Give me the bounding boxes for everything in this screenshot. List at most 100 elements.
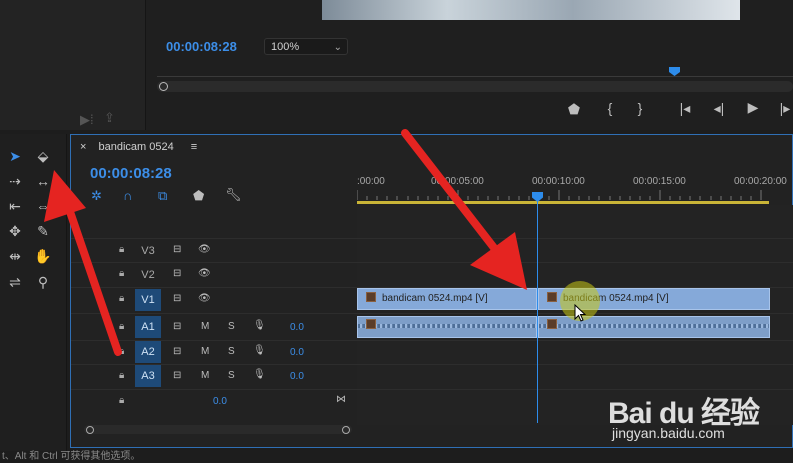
tools-panel: ➤ ⬙ ⇢ ↔ ⇤ ⇔ ✥ ✎ ⇹ ✋ ⇌ ⚲ <box>0 134 67 463</box>
ruler-ticks <box>357 190 762 200</box>
ruler-label: 00:00:05:00 <box>431 176 484 187</box>
track-name[interactable]: A2 <box>135 341 161 363</box>
fx-badge-icon <box>547 319 557 329</box>
sync-lock-icon[interactable]: ⊟ <box>173 321 181 332</box>
settings-wrench-icon[interactable]: 🔧︎ <box>225 187 242 203</box>
track-volume[interactable]: 0.0 <box>290 371 304 382</box>
microphone-icon[interactable]: 🎙︎ <box>253 345 266 356</box>
mark-out-icon[interactable]: } <box>630 100 650 116</box>
track-forward-tool-icon[interactable]: ⇢ <box>4 171 26 191</box>
monitor-timecode[interactable]: 00:00:08:28 <box>166 39 237 54</box>
video-clip[interactable]: bandicam 0524.mp4 [V] <box>357 288 537 310</box>
monitor-scroll-handle[interactable] <box>159 82 168 91</box>
pen-tool-icon[interactable]: ✎ <box>32 221 54 241</box>
selection-tool-icon[interactable]: ➤ <box>4 146 26 166</box>
track-header-a1: 🔒︎ A1 ⊟ M S 🎙︎ 0.0 <box>71 316 357 340</box>
track-name[interactable]: V3 <box>135 240 161 262</box>
track-name[interactable]: V1 <box>135 289 161 311</box>
track-select-tool-icon[interactable]: ⬙ <box>32 146 54 166</box>
chevron-down-icon: ⌄ <box>333 42 342 53</box>
status-bar: t、Alt 和 Ctrl 可获得其他选项。 <box>0 451 793 463</box>
track-volume[interactable]: 0.0 <box>290 322 304 333</box>
marker-icon[interactable]: ⬟ <box>564 101 584 118</box>
track-header-a3: 🔒︎ A3 ⊟ M S 🎙︎ 0.0 <box>71 365 357 389</box>
bowtie-icon[interactable]: ⋈ <box>336 394 346 405</box>
export-frame-icon[interactable]: ⇪ <box>104 110 115 126</box>
snap-icon[interactable]: ∩ <box>123 188 132 203</box>
video-frame <box>322 0 740 20</box>
source-panel-strip: ▶⁞ ⇪ <box>0 0 146 130</box>
lock-icon[interactable]: 🔒︎ <box>119 370 124 381</box>
lock-icon[interactable]: 🔒︎ <box>119 321 124 332</box>
play-icon[interactable]: ▶ <box>743 99 763 116</box>
microphone-icon[interactable]: 🎙︎ <box>253 369 266 380</box>
track-header-v1: 🔒︎ V1 ⊟ 👁︎ <box>71 288 357 312</box>
sync-lock-icon[interactable]: ⊟ <box>173 268 181 279</box>
sync-lock-icon[interactable]: ⊟ <box>173 293 181 304</box>
razor-tool-icon[interactable]: ✥ <box>4 221 26 241</box>
scroll-handle-right[interactable] <box>342 426 350 434</box>
slide-tool-icon[interactable]: ⇌ <box>4 272 26 292</box>
add-marker-icon[interactable]: ⬟ <box>193 188 204 204</box>
sync-lock-icon[interactable]: ⊟ <box>173 244 181 255</box>
lock-icon[interactable]: 🔒︎ <box>119 346 124 357</box>
track-name[interactable]: A1 <box>135 316 161 338</box>
hand-tool-icon[interactable]: ✋ <box>32 246 54 266</box>
sequence-tab[interactable]: × bandicam 0524 ≡ <box>80 141 197 153</box>
ruler-label: :00:00 <box>357 176 385 187</box>
mute-button[interactable]: M <box>201 346 209 357</box>
go-to-in-icon[interactable]: |◂ <box>675 100 695 117</box>
monitor-scrollbar[interactable] <box>157 81 793 92</box>
audio-clip[interactable] <box>357 316 537 338</box>
track-volume[interactable]: 0.0 <box>290 347 304 358</box>
step-back-icon[interactable]: ◂| <box>709 100 729 117</box>
sync-lock-icon[interactable]: ⊟ <box>173 346 181 357</box>
mute-button[interactable]: M <box>201 321 209 332</box>
track-name[interactable]: V2 <box>135 264 161 286</box>
rate-stretch-tool-icon[interactable]: ⇔ <box>32 196 54 216</box>
timeline-timecode[interactable]: 00:00:08:28 <box>90 165 172 182</box>
sequence-name: bandicam 0524 <box>98 141 174 153</box>
panel-menu-icon[interactable]: ≡ <box>191 141 197 153</box>
rolling-edit-tool-icon[interactable]: ⇤ <box>4 196 26 216</box>
playhead-line <box>537 200 538 423</box>
lock-icon[interactable]: 🔒︎ <box>119 293 124 304</box>
timeline-scrollbar[interactable] <box>84 425 352 434</box>
lock-icon[interactable]: 🔒︎ <box>119 244 124 255</box>
linked-selection-icon[interactable]: ⧉ <box>158 188 167 204</box>
zoom-value: 100% <box>271 41 300 53</box>
solo-button[interactable]: S <box>228 346 235 357</box>
ripple-edit-tool-icon[interactable]: ↔ <box>32 171 54 191</box>
track-header-a2: 🔒︎ A2 ⊟ M S 🎙︎ 0.0 <box>71 341 357 365</box>
eye-icon[interactable]: 👁︎ <box>198 244 211 255</box>
slip-tool-icon[interactable]: ⇹ <box>4 246 26 266</box>
clip-label: bandicam 0524.mp4 [V] <box>382 293 488 304</box>
mute-button[interactable]: M <box>201 370 209 381</box>
lock-icon[interactable]: 🔒︎ <box>119 395 124 406</box>
nest-toggle-icon[interactable]: ✲ <box>91 188 102 204</box>
track-name[interactable]: A3 <box>135 365 161 387</box>
zoom-select[interactable]: 100% ⌄ <box>264 38 348 55</box>
eye-icon[interactable]: 👁︎ <box>198 293 211 304</box>
lock-icon[interactable]: 🔒︎ <box>119 268 124 279</box>
step-forward-icon[interactable]: |▸ <box>775 100 793 117</box>
work-area-bar[interactable] <box>357 201 769 204</box>
eye-icon[interactable]: 👁︎ <box>198 268 211 279</box>
microphone-icon[interactable]: 🎙︎ <box>253 320 266 331</box>
scroll-handle-left[interactable] <box>86 426 94 434</box>
ruler-label: 00:00:20:00 <box>734 176 787 187</box>
ruler-label: 00:00:10:00 <box>532 176 585 187</box>
solo-button[interactable]: S <box>228 370 235 381</box>
sync-lock-icon[interactable]: ⊟ <box>173 370 181 381</box>
watermark-url: jingyan.baidu.com <box>612 425 725 441</box>
mark-in-icon[interactable]: { <box>600 100 620 116</box>
track-header-v2: 🔒︎ V2 ⊟ 👁︎ <box>71 263 357 287</box>
close-icon[interactable]: × <box>80 141 86 153</box>
zoom-tool-icon[interactable]: ⚲ <box>32 272 54 292</box>
fx-badge-icon <box>547 292 557 302</box>
insert-icon[interactable]: ▶⁞ <box>80 112 94 128</box>
solo-button[interactable]: S <box>228 321 235 332</box>
track-header-master: 🔒︎ 0.0 ⋈ <box>71 390 357 414</box>
master-volume[interactable]: 0.0 <box>213 396 227 407</box>
monitor-ruler[interactable] <box>157 68 793 77</box>
